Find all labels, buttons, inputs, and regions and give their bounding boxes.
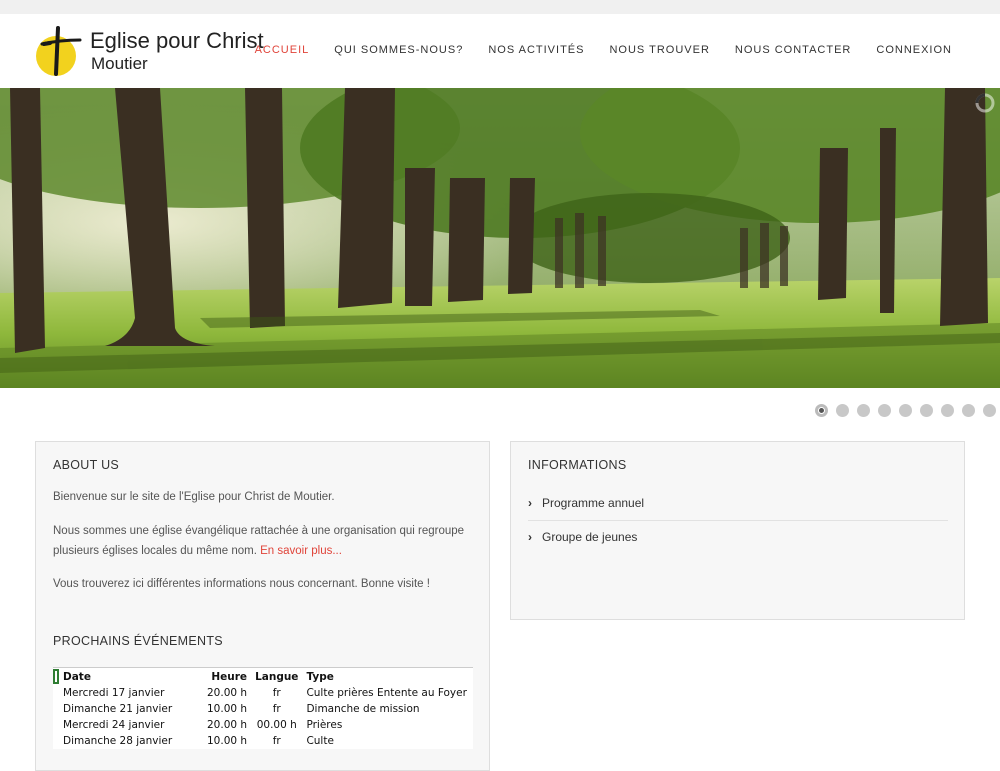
about-welcome: Vous trouverez ici différentes informati… bbox=[53, 578, 430, 590]
events-table: Date Heure Langue Type Mercredi 17 janvi… bbox=[53, 667, 473, 749]
site-header: Eglise pour Christ Moutier ACCUEIL QUI S… bbox=[0, 14, 1000, 88]
slider-dot-7[interactable] bbox=[941, 404, 954, 417]
col-heure: Heure bbox=[211, 671, 248, 683]
event-date: Mercredi 17 janvier bbox=[63, 687, 165, 699]
informations-heading: INFORMATIONS bbox=[528, 458, 627, 472]
events-heading: PROCHAINS ÉVÉNEMENTS bbox=[53, 634, 223, 648]
info-item-label: Programme annuel bbox=[542, 496, 645, 510]
table-row: Dimanche 28 janvier 10.00 h fr Culte bbox=[53, 733, 471, 749]
nav-connexion[interactable]: CONNEXION bbox=[876, 44, 952, 56]
col-date: Date bbox=[63, 671, 91, 683]
hero-slider[interactable] bbox=[0, 88, 1000, 388]
nav-qui-sommes-nous[interactable]: QUI SOMMES-NOUS? bbox=[334, 44, 463, 56]
events-header-row: Date Heure Langue Type bbox=[53, 668, 471, 685]
slider-dot-2[interactable] bbox=[836, 404, 849, 417]
table-row: Dimanche 21 janvier 10.00 h fr Dimanche … bbox=[53, 701, 471, 717]
top-strip bbox=[0, 0, 1000, 14]
hero-image bbox=[0, 88, 1000, 388]
slider-dot-3[interactable] bbox=[857, 404, 870, 417]
event-date: Dimanche 21 janvier bbox=[63, 703, 173, 715]
col-type: Type bbox=[306, 671, 334, 683]
event-time: 10.00 h bbox=[207, 735, 248, 747]
slider-dot-4[interactable] bbox=[878, 404, 891, 417]
slider-dot-5[interactable] bbox=[899, 404, 912, 417]
about-intro: Bienvenue sur le site de l'Eglise pour C… bbox=[53, 491, 335, 503]
nav-nous-trouver[interactable]: NOUS TROUVER bbox=[609, 44, 709, 56]
about-panel: ABOUT US Bienvenue sur le site de l'Egli… bbox=[35, 441, 490, 771]
cell-cursor bbox=[53, 669, 59, 684]
about-description-line2: plusieurs églises locales du même nom. E… bbox=[53, 541, 342, 561]
about-heading: ABOUT US bbox=[53, 458, 120, 472]
about-description-text: plusieurs églises locales du même nom. bbox=[53, 545, 257, 557]
slider-pagination bbox=[815, 404, 996, 417]
event-type: Culte bbox=[306, 735, 334, 747]
read-more-link[interactable]: En savoir plus... bbox=[260, 545, 342, 557]
about-description-line1: Nous sommes une église évangélique ratta… bbox=[53, 525, 465, 537]
event-type: Prières bbox=[306, 719, 343, 731]
info-item-programme-annuel[interactable]: › Programme annuel bbox=[528, 496, 948, 510]
event-date: Mercredi 24 janvier bbox=[63, 719, 165, 731]
info-item-groupe-de-jeunes[interactable]: › Groupe de jeunes bbox=[528, 530, 948, 544]
event-language: 00.00 h bbox=[256, 719, 297, 731]
event-language: fr bbox=[272, 735, 281, 747]
divider bbox=[528, 520, 948, 521]
chevron-right-icon: › bbox=[528, 530, 532, 544]
informations-panel: INFORMATIONS › Programme annuel › Groupe d… bbox=[510, 441, 965, 620]
event-type: Culte prières Entente au Foyer bbox=[306, 687, 467, 699]
event-type: Dimanche de mission bbox=[306, 703, 420, 715]
slider-dot-6[interactable] bbox=[920, 404, 933, 417]
col-langue: Langue bbox=[255, 671, 299, 683]
main-nav: ACCUEIL QUI SOMMES-NOUS? NOS ACTIVITÉS N… bbox=[230, 44, 952, 56]
event-time: 20.00 h bbox=[207, 719, 248, 731]
event-time: 10.00 h bbox=[207, 703, 248, 715]
logo-subtitle: Moutier bbox=[91, 54, 148, 73]
event-language: fr bbox=[272, 703, 281, 715]
event-date: Dimanche 28 janvier bbox=[63, 735, 173, 747]
event-time: 20.00 h bbox=[207, 687, 248, 699]
table-row: Mercredi 24 janvier 20.00 h 00.00 h Priè… bbox=[53, 717, 471, 733]
nav-nos-activites[interactable]: NOS ACTIVITÉS bbox=[488, 44, 584, 56]
nav-accueil[interactable]: ACCUEIL bbox=[255, 44, 310, 56]
table-row: Mercredi 17 janvier 20.00 h fr Culte pri… bbox=[53, 685, 471, 701]
event-language: fr bbox=[272, 687, 281, 699]
chevron-right-icon: › bbox=[528, 496, 532, 510]
slider-dot-8[interactable] bbox=[962, 404, 975, 417]
nav-nous-contacter[interactable]: NOUS CONTACTER bbox=[735, 44, 851, 56]
info-item-label: Groupe de jeunes bbox=[542, 530, 638, 544]
slider-dot-9[interactable] bbox=[983, 404, 996, 417]
cross-on-yellow-circle-icon bbox=[36, 26, 82, 76]
slider-dot-1[interactable] bbox=[815, 404, 828, 417]
spinner-icon bbox=[975, 93, 995, 113]
